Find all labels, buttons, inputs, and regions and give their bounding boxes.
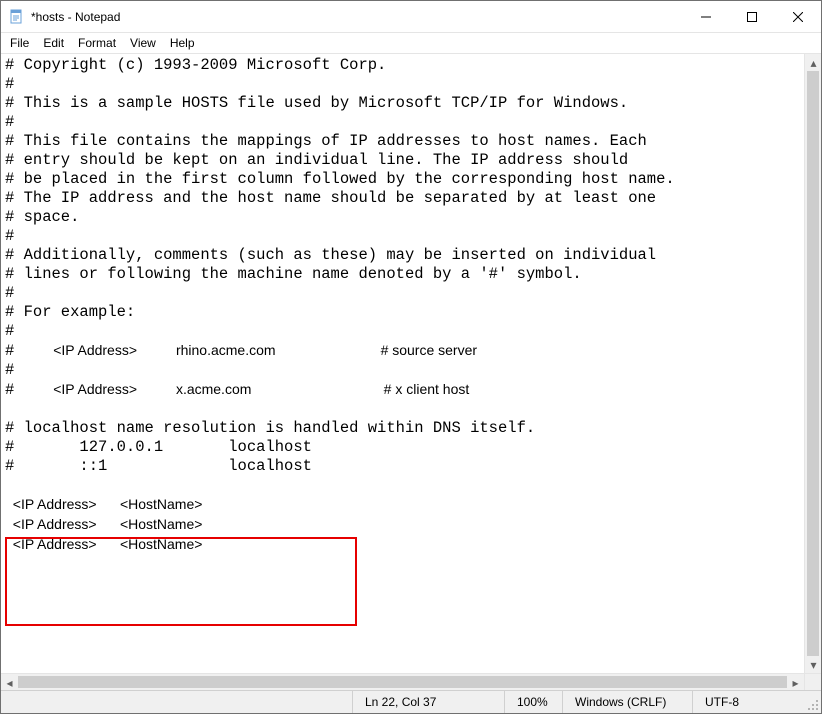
resize-grip[interactable]	[803, 691, 821, 713]
text-line: #	[5, 284, 14, 302]
vertical-scrollbar[interactable]: ▴ ▾	[804, 54, 821, 673]
added-row: <IP Address> <HostName>	[5, 536, 202, 552]
window-controls	[683, 1, 821, 32]
scroll-down-icon[interactable]: ▾	[805, 656, 821, 673]
text-line: # ::1 localhost	[5, 457, 312, 475]
text-line: # This is a sample HOSTS file used by Mi…	[5, 94, 628, 112]
scroll-corner	[804, 673, 821, 690]
text-line: # This file contains the mappings of IP …	[5, 132, 647, 150]
text-line: # localhost name resolution is handled w…	[5, 419, 535, 437]
menubar: File Edit Format View Help	[1, 33, 821, 53]
text-editor[interactable]: # Copyright (c) 1993-2009 Microsoft Corp…	[1, 54, 804, 673]
text-line: #	[5, 227, 14, 245]
titlebar: *hosts - Notepad	[1, 1, 821, 33]
text-line: # The IP address and the host name shoul…	[5, 189, 656, 207]
text-line: #	[5, 113, 14, 131]
horizontal-scrollbar[interactable]: ◂ ▸	[1, 673, 804, 690]
close-button[interactable]	[775, 1, 821, 32]
scrollbar-thumb[interactable]	[18, 676, 787, 688]
text-line: # For example:	[5, 303, 135, 321]
text-line: # Copyright (c) 1993-2009 Microsoft Corp…	[5, 56, 386, 74]
menu-file[interactable]: File	[3, 35, 36, 51]
menu-format[interactable]: Format	[71, 35, 123, 51]
scroll-left-icon[interactable]: ◂	[1, 674, 18, 690]
text-line: # 127.0.0.1 localhost	[5, 438, 312, 456]
status-eol: Windows (CRLF)	[563, 691, 693, 713]
notepad-icon	[9, 9, 25, 25]
scroll-up-icon[interactable]: ▴	[805, 54, 821, 71]
editor-area: # Copyright (c) 1993-2009 Microsoft Corp…	[1, 53, 821, 690]
added-row: <IP Address> <HostName>	[5, 516, 202, 532]
status-position: Ln 22, Col 37	[353, 691, 505, 713]
minimize-button[interactable]	[683, 1, 729, 32]
scrollbar-thumb[interactable]	[807, 71, 819, 656]
text-line: # Additionally, comments (such as these)…	[5, 246, 656, 264]
text-line: #	[5, 361, 14, 379]
statusbar: Ln 22, Col 37 100% Windows (CRLF) UTF-8	[1, 690, 821, 713]
window-title: *hosts - Notepad	[31, 10, 120, 24]
text-line: # space.	[5, 208, 79, 226]
text-line: #	[5, 322, 14, 340]
status-spacer	[1, 691, 353, 713]
menu-view[interactable]: View	[123, 35, 163, 51]
text-line: # entry should be kept on an individual …	[5, 151, 628, 169]
text-line: #	[5, 75, 14, 93]
maximize-button[interactable]	[729, 1, 775, 32]
menu-help[interactable]: Help	[163, 35, 202, 51]
menu-edit[interactable]: Edit	[36, 35, 71, 51]
scrollbar-track[interactable]	[18, 674, 787, 690]
scrollbar-track[interactable]	[805, 71, 821, 656]
added-row: <IP Address> <HostName>	[5, 496, 202, 512]
scroll-right-icon[interactable]: ▸	[787, 674, 804, 690]
text-line: # lines or following the machine name de…	[5, 265, 582, 283]
example-row: # <IP Address> rhino.acme.com # source s…	[5, 342, 477, 358]
status-encoding: UTF-8	[693, 691, 803, 713]
status-zoom: 100%	[505, 691, 563, 713]
example-row: # <IP Address> x.acme.com # x client hos…	[5, 381, 469, 397]
text-line: # be placed in the first column followed…	[5, 170, 675, 188]
